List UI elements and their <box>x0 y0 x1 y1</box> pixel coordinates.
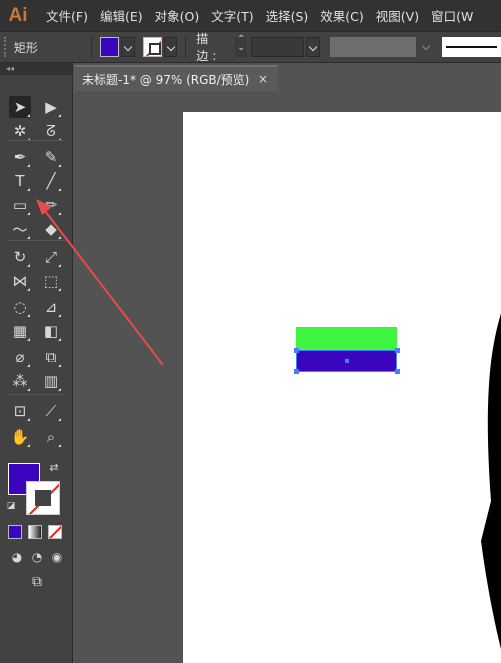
paintbrush-tool-icon[interactable]: ✏ <box>40 194 62 216</box>
gradient-tool-icon[interactable]: ◧ <box>40 320 62 342</box>
menu-effect[interactable]: 效果(C) <box>320 6 363 25</box>
eraser-tool-icon[interactable]: ◆ <box>40 218 62 240</box>
variable-width-field[interactable] <box>329 37 417 57</box>
menu-object[interactable]: 对象(O) <box>155 6 200 25</box>
draw-behind-icon[interactable]: ◔ <box>26 546 48 568</box>
canvas-area[interactable] <box>74 91 501 663</box>
artboard[interactable] <box>183 112 501 663</box>
draw-inside-icon[interactable]: ◉ <box>46 546 68 568</box>
swap-fill-stroke-icon[interactable]: ⇄ <box>46 459 62 475</box>
selection-handle[interactable] <box>395 369 400 374</box>
screen-mode-icon[interactable]: ⧉ <box>24 571 50 593</box>
menu-type[interactable]: 文字(T) <box>211 6 253 25</box>
selection-handle[interactable] <box>294 348 299 353</box>
type-tool-icon[interactable]: T <box>9 170 31 192</box>
selection-tool-icon[interactable]: ➤ <box>9 96 31 118</box>
tools-divider <box>8 140 66 141</box>
control-bar: 矩形 描边: <box>0 31 501 63</box>
pen-tool-icon[interactable]: ✒ <box>9 146 31 168</box>
document-tab[interactable]: 未标题-1* @ 97% (RGB/预览) × <box>74 65 278 91</box>
tools-panel-collapse[interactable]: ◂◂ <box>0 63 72 75</box>
stroke-weight-dropdown-chevron-icon[interactable] <box>306 37 320 57</box>
draw-normal-icon[interactable]: ◕ <box>6 546 28 568</box>
app-logo: Ai <box>8 4 28 26</box>
rotate-tool-icon[interactable]: ↻ <box>9 246 31 268</box>
menu-window[interactable]: 窗口(W <box>431 6 473 25</box>
none-mode-icon[interactable] <box>48 525 62 539</box>
menu-view[interactable]: 视图(V) <box>376 6 419 25</box>
selection-handle[interactable] <box>294 369 299 374</box>
fill-dropdown-chevron-icon[interactable] <box>121 37 135 57</box>
line-tool-icon[interactable]: ╱ <box>40 170 62 192</box>
stroke-weight-field[interactable] <box>250 37 305 57</box>
menu-select[interactable]: 选择(S) <box>266 6 309 25</box>
tools-panel: ◂◂ ➤ ▶ ✲ ᘔ ✒ ✎ T ╱ ▭ ✏ 〜 ◆ ↻ ⤢ ⋈ ⬚ ◌ ⊿ ▦ ◧ ⌀ ⧉ ⁂ ▥ ⊡ ⟋ ✋ ⌕ ⇄ ◪ ◕ ◔ … <box>0 63 73 663</box>
black-artwork-shape[interactable] <box>481 301 501 663</box>
scale-tool-icon[interactable]: ⤢ <box>40 246 62 268</box>
curvature-tool-icon[interactable]: ✎ <box>40 146 62 168</box>
gradient-mode-icon[interactable] <box>28 525 42 539</box>
document-tab-title: 未标题-1* @ 97% (RGB/预览) <box>82 72 250 87</box>
free-transform-tool-icon[interactable]: ⬚ <box>40 270 62 292</box>
lasso-tool-icon[interactable]: ᘔ <box>40 120 62 142</box>
stroke-weight-spinner[interactable] <box>235 34 247 57</box>
menu-bar: Ai 文件(F) 编辑(E) 对象(O) 文字(T) 选择(S) 效果(C) 视… <box>0 0 501 31</box>
selection-handle[interactable] <box>395 348 400 353</box>
panel-grip[interactable] <box>4 37 10 57</box>
menu-edit[interactable]: 编辑(E) <box>100 6 143 25</box>
rectangle-tool-icon[interactable]: ▭ <box>9 194 31 216</box>
fill-color-swatch[interactable] <box>99 37 120 57</box>
brush-definition-field[interactable] <box>441 37 501 57</box>
slice-tool-icon[interactable]: ⟋ <box>40 400 62 422</box>
perspective-grid-tool-icon[interactable]: ⊿ <box>40 296 62 318</box>
zoom-tool-icon[interactable]: ⌕ <box>40 426 62 448</box>
width-tool-icon[interactable]: ⋈ <box>9 270 31 292</box>
mesh-tool-icon[interactable]: ▦ <box>9 320 31 342</box>
tools-divider <box>8 394 66 395</box>
stroke-color-swatch[interactable] <box>142 37 162 57</box>
close-icon[interactable]: × <box>258 72 268 86</box>
blend-tool-icon[interactable]: ⧉ <box>40 346 62 368</box>
stroke-label[interactable]: 描边: <box>196 30 227 64</box>
hand-tool-icon[interactable]: ✋ <box>9 426 31 448</box>
selection-type-label: 矩形 <box>13 40 38 55</box>
shaper-tool-icon[interactable]: 〜 <box>9 218 31 240</box>
menu-file[interactable]: 文件(F) <box>46 6 88 25</box>
direct-selection-tool-icon[interactable]: ▶ <box>40 96 62 118</box>
green-rectangle[interactable] <box>296 327 397 350</box>
color-mode-icon[interactable] <box>8 525 22 539</box>
artboard-tool-icon[interactable]: ⊡ <box>9 400 31 422</box>
variable-width-dropdown-chevron-icon[interactable] <box>420 37 433 57</box>
symbol-sprayer-tool-icon[interactable]: ⁂ <box>9 370 31 392</box>
shape-builder-tool-icon[interactable]: ◌ <box>9 296 31 318</box>
selection-center-point <box>345 359 349 363</box>
divider <box>185 36 187 58</box>
stroke-dropdown-chevron-icon[interactable] <box>163 37 178 57</box>
magic-wand-tool-icon[interactable]: ✲ <box>9 120 31 142</box>
default-fill-stroke-icon[interactable]: ◪ <box>4 499 18 513</box>
tools-divider <box>8 240 66 241</box>
eyedropper-tool-icon[interactable]: ⌀ <box>9 346 31 368</box>
column-graph-tool-icon[interactable]: ▥ <box>40 370 62 392</box>
stroke-swatch-large[interactable] <box>26 481 60 515</box>
divider <box>90 36 92 58</box>
